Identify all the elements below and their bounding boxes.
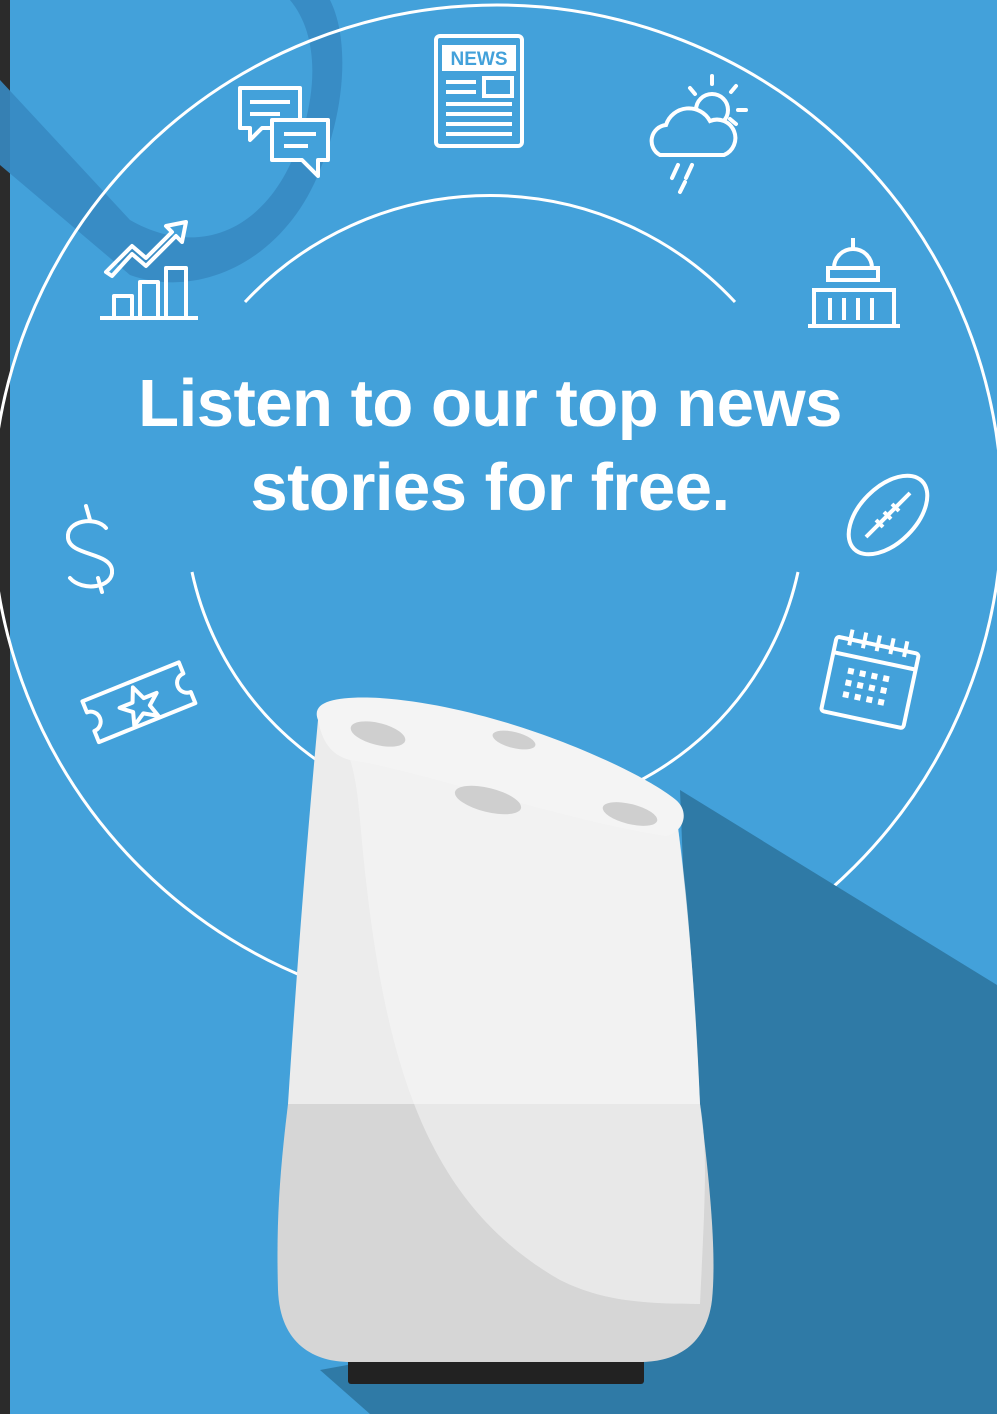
headline: Listen to our top news stories for free. [40,362,940,530]
weather-icon [649,74,748,194]
smart-speaker [277,697,714,1384]
headline-line-2: stories for free. [250,450,730,525]
newspaper-label: NEWS [451,49,508,70]
inner-ring-top [243,194,737,304]
illustration: NEWS [0,0,997,1414]
headline-line-1: Listen to our top news [138,366,842,441]
news-poster: NEWS Listen to our top news stories for … [0,0,997,1414]
capitol-building-icon [808,238,900,328]
calendar-icon [819,629,921,730]
ticket-star-icon [80,660,198,745]
